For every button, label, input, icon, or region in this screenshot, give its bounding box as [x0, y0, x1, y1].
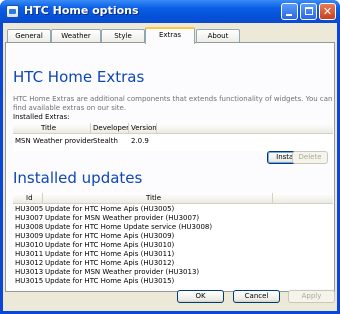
tab-style[interactable]: Style: [101, 29, 145, 43]
column-header-id[interactable]: Id: [13, 193, 43, 204]
update-id: HU3005: [15, 205, 44, 213]
minimize-icon: [286, 14, 292, 16]
maximize-icon: [305, 7, 313, 15]
tab-weather[interactable]: Weather: [51, 29, 101, 43]
column-header-developer[interactable]: Developer: [91, 123, 129, 134]
dialog-body: General Weather Style Extras About HTC H…: [3, 23, 337, 311]
updates-heading: Installed updates: [13, 169, 143, 187]
update-id: HU3012: [15, 259, 44, 267]
installed-extras-list[interactable]: Title Developer Version MSN Weather prov…: [13, 123, 333, 151]
close-icon: ✕: [322, 5, 333, 18]
update-id: HU3009: [15, 232, 44, 240]
column-header-title[interactable]: Title: [43, 193, 273, 204]
update-id: HU3007: [15, 214, 44, 222]
update-title: Update for MSN Weather provider (HU3013): [45, 268, 200, 276]
update-id: HU3013: [15, 268, 44, 276]
installed-updates-list[interactable]: Id Title HU3005 Update for HTC Home Apis…: [13, 193, 333, 289]
update-id: HU3008: [15, 223, 44, 231]
minimize-button[interactable]: [281, 3, 298, 20]
update-title: Update for HTC Home Apis (HU3010): [45, 241, 175, 249]
maximize-button[interactable]: [300, 3, 317, 20]
update-title: Update for HTC Home Apis (HU3009): [45, 232, 175, 240]
close-button[interactable]: ✕: [319, 3, 336, 20]
update-title: Update for MSN Weather provider (HU3007): [45, 214, 200, 222]
options-window: HTC Home options ✕ General Weather Style…: [0, 0, 340, 314]
extras-heading: HTC Home Extras: [13, 68, 145, 86]
update-title: Update for HTC Home Apis (HU3005): [45, 205, 175, 213]
extras-panel: HTC Home Extras HTC Home Extras are addi…: [5, 42, 335, 292]
extra-version: 2.0.9: [131, 137, 149, 145]
update-id: HU3015: [15, 277, 44, 285]
tab-about[interactable]: About: [196, 29, 240, 43]
column-header-title[interactable]: Title: [13, 123, 91, 134]
extras-list-header: Title Developer Version: [13, 123, 333, 134]
window-title: HTC Home options: [24, 4, 139, 17]
tab-extras[interactable]: Extras: [145, 27, 195, 44]
extras-description: HTC Home Extras are additional component…: [13, 95, 333, 112]
tab-general[interactable]: General: [7, 29, 51, 43]
update-title: Update for HTC Home Update service (HU30…: [45, 223, 213, 231]
updates-list-header: Id Title: [13, 193, 333, 204]
update-title: Update for HTC Home Apis (HU3015): [45, 277, 175, 285]
extra-developer: Stealth: [93, 137, 118, 145]
title-bar[interactable]: HTC Home options ✕: [0, 0, 340, 23]
column-header-version[interactable]: Version: [129, 123, 157, 134]
apply-button[interactable]: Apply: [288, 290, 335, 303]
delete-button[interactable]: Delete: [292, 151, 328, 164]
update-id: HU3010: [15, 241, 44, 249]
update-title: Update for HTC Home Apis (HU3011): [45, 250, 175, 258]
cancel-button[interactable]: Cancel: [233, 290, 280, 303]
app-icon: [6, 5, 19, 18]
update-id: HU3011: [15, 250, 44, 258]
update-title: Update for HTC Home Apis (HU3012): [45, 259, 175, 267]
installed-extras-label: Installed Extras:: [13, 113, 70, 121]
extra-title: MSN Weather provider: [15, 137, 94, 145]
ok-button[interactable]: OK: [177, 290, 224, 303]
